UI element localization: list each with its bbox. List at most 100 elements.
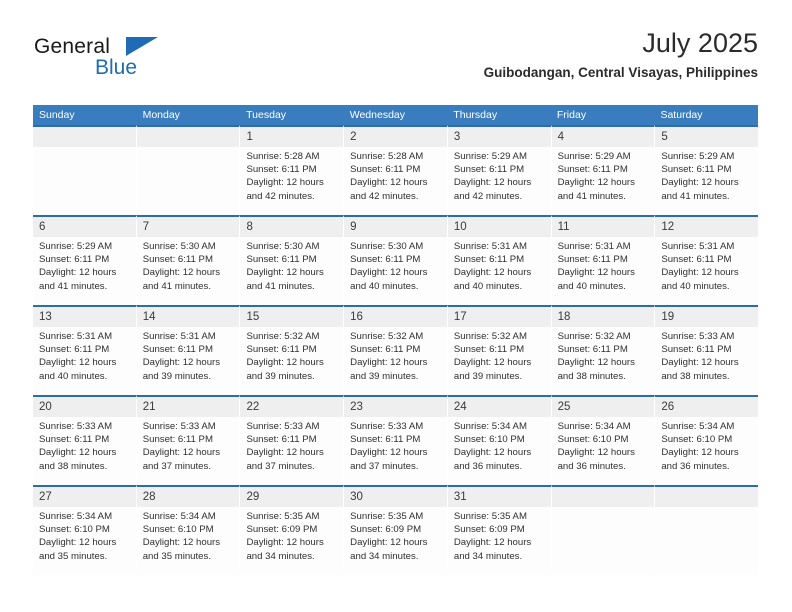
sunset-text: Sunset: 6:09 PM (246, 524, 318, 536)
sunset-text: Sunset: 6:10 PM (453, 434, 525, 446)
day-cell[interactable]: 20 Sunrise: 5:33 AM Sunset: 6:11 PM Dayligh… (33, 395, 137, 485)
day-cell[interactable]: 11 Sunrise: 5:31 AM Sunset: 6:11 PM Dayligh… (551, 215, 656, 305)
date-number: 30 (350, 491, 363, 503)
date-number: 28 (142, 491, 156, 503)
sunset-text: Sunset: 6:11 PM (350, 344, 421, 356)
date-band: 24 (447, 397, 551, 417)
day-cell[interactable]: 6 Sunrise: 5:29 AM Sunset: 6:11 PM Daylight… (33, 215, 137, 305)
day-info: Sunrise: 5:31 AM Sunset: 6:11 PM Daylight:… (137, 327, 240, 383)
day-info: Sunrise: 5:33 AM Sunset: 6:11 PM Daylight:… (33, 417, 136, 473)
day-cell[interactable]: 23 Sunrise: 5:33 AM Sunset: 6:11 PM Dayligh… (344, 395, 448, 485)
date-band: 14 (136, 307, 240, 327)
day-info: Sunrise: 5:34 AM Sunset: 6:10 PM Daylight:… (655, 417, 758, 473)
sunset-text: Sunset: 6:10 PM (142, 524, 214, 536)
page-header: General Blue July 2025 Guibodangan, Cent… (34, 28, 758, 98)
day-cell[interactable]: 25 Sunrise: 5:34 AM Sunset: 6:10 PM Dayligh… (551, 395, 656, 485)
sunset-text: Sunset: 6:11 PM (557, 164, 628, 176)
sunset-text: Sunset: 6:10 PM (661, 434, 733, 446)
sunrise-text: Sunrise: 5:33 AM (39, 421, 113, 432)
sunrise-text: Sunrise: 5:35 AM (453, 511, 527, 522)
day-cell[interactable]: 19 Sunrise: 5:33 AM Sunset: 6:11 PM Dayligh… (655, 305, 759, 395)
daylight-text: Daylight: 12 hours and 41 minutes. (39, 267, 117, 292)
calendar-week-row: 1 Sunrise: 5:28 AM Sunset: 6:11 PM Daylight… (33, 125, 759, 215)
date-number: 5 (661, 131, 668, 143)
general-blue-logo[interactable]: General Blue (34, 36, 234, 92)
date-number: 25 (557, 401, 571, 413)
sunrise-text: Sunrise: 5:32 AM (350, 331, 424, 342)
day-cell[interactable]: 5 Sunrise: 5:29 AM Sunset: 6:11 PM Daylight… (655, 125, 759, 215)
day-cell[interactable]: 15 Sunrise: 5:32 AM Sunset: 6:11 PM Dayligh… (240, 305, 345, 395)
calendar-week-row: 20 Sunrise: 5:33 AM Sunset: 6:11 PM Dayligh… (33, 395, 759, 485)
day-info: Sunrise: 5:33 AM Sunset: 6:11 PM Daylight:… (655, 327, 758, 383)
day-cell[interactable]: 7 Sunrise: 5:30 AM Sunset: 6:11 PM Daylight… (136, 215, 241, 305)
day-cell[interactable]: 21 Sunrise: 5:33 AM Sunset: 6:11 PM Dayligh… (136, 395, 241, 485)
day-cell[interactable]: 16 Sunrise: 5:32 AM Sunset: 6:11 PM Dayligh… (344, 305, 448, 395)
day-cell[interactable]: 13 Sunrise: 5:31 AM Sunset: 6:11 PM Dayligh… (33, 305, 137, 395)
date-number: 26 (661, 401, 675, 413)
daylight-text: Daylight: 12 hours and 40 minutes. (350, 267, 428, 292)
date-number: 14 (142, 311, 156, 323)
date-band: 31 (447, 487, 551, 507)
date-band (655, 487, 759, 507)
day-cell[interactable]: 9 Sunrise: 5:30 AM Sunset: 6:11 PM Daylight… (344, 215, 448, 305)
calendar-week-row: 27 Sunrise: 5:34 AM Sunset: 6:10 PM Dayligh… (33, 485, 759, 575)
title-block: July 2025 Guibodangan, Central Visayas, … (484, 28, 758, 81)
day-cell[interactable]: 26 Sunrise: 5:34 AM Sunset: 6:10 PM Dayligh… (655, 395, 759, 485)
date-number: 19 (661, 311, 675, 323)
day-info: Sunrise: 5:33 AM Sunset: 6:11 PM Daylight:… (344, 417, 447, 473)
day-cell[interactable]: 24 Sunrise: 5:34 AM Sunset: 6:10 PM Dayligh… (447, 395, 552, 485)
date-band: 10 (447, 217, 551, 237)
day-cell[interactable]: 28 Sunrise: 5:34 AM Sunset: 6:10 PM Dayligh… (136, 485, 241, 575)
sunrise-text: Sunrise: 5:32 AM (557, 331, 631, 342)
sunrise-text: Sunrise: 5:30 AM (350, 241, 424, 252)
day-cell[interactable]: 18 Sunrise: 5:32 AM Sunset: 6:11 PM Dayligh… (551, 305, 656, 395)
location-subtitle: Guibodangan, Central Visayas, Philippine… (483, 65, 758, 81)
weekday-header-sunday: Sunday (39, 109, 75, 121)
date-band: 25 (551, 397, 655, 417)
sunrise-text: Sunrise: 5:34 AM (142, 511, 216, 522)
day-info: Sunrise: 5:32 AM Sunset: 6:11 PM Daylight:… (448, 327, 551, 383)
day-cell[interactable]: 3 Sunrise: 5:29 AM Sunset: 6:11 PM Daylight… (447, 125, 552, 215)
sunset-text: Sunset: 6:11 PM (142, 434, 213, 446)
date-band: 2 (344, 127, 447, 147)
daylight-text: Daylight: 12 hours and 39 minutes. (453, 357, 532, 382)
day-cell[interactable]: 4 Sunrise: 5:29 AM Sunset: 6:11 PM Daylight… (551, 125, 656, 215)
day-cell[interactable]: 27 Sunrise: 5:34 AM Sunset: 6:10 PM Dayligh… (33, 485, 137, 575)
date-number: 18 (557, 311, 571, 323)
day-cell[interactable]: 29 Sunrise: 5:35 AM Sunset: 6:09 PM Dayligh… (240, 485, 345, 575)
date-number: 12 (661, 221, 675, 233)
day-cell[interactable]: 12 Sunrise: 5:31 AM Sunset: 6:11 PM Dayligh… (655, 215, 759, 305)
date-number: 4 (557, 131, 564, 143)
day-cell[interactable]: 14 Sunrise: 5:31 AM Sunset: 6:11 PM Dayligh… (136, 305, 241, 395)
day-cell[interactable]: 1 Sunrise: 5:28 AM Sunset: 6:11 PM Daylight… (240, 125, 345, 215)
date-number: 31 (453, 491, 467, 503)
sunrise-text: Sunrise: 5:33 AM (246, 421, 320, 432)
date-number: 29 (246, 491, 260, 503)
day-info: Sunrise: 5:31 AM Sunset: 6:11 PM Daylight:… (33, 327, 136, 383)
day-cell[interactable]: 8 Sunrise: 5:30 AM Sunset: 6:11 PM Daylight… (240, 215, 345, 305)
sunset-text: Sunset: 6:11 PM (39, 344, 110, 356)
day-cell-empty (136, 125, 241, 215)
daylight-text: Daylight: 12 hours and 35 minutes. (142, 537, 221, 562)
sunset-text: Sunset: 6:10 PM (39, 524, 110, 536)
day-cell[interactable]: 10 Sunrise: 5:31 AM Sunset: 6:11 PM Dayligh… (447, 215, 552, 305)
date-band: 22 (240, 397, 344, 417)
day-cell[interactable]: 2 Sunrise: 5:28 AM Sunset: 6:11 PM Daylight… (344, 125, 448, 215)
day-cell[interactable]: 22 Sunrise: 5:33 AM Sunset: 6:11 PM Dayligh… (240, 395, 345, 485)
daylight-text: Daylight: 12 hours and 40 minutes. (557, 267, 635, 292)
sunset-text: Sunset: 6:11 PM (557, 344, 628, 356)
daylight-text: Daylight: 12 hours and 42 minutes. (350, 177, 428, 202)
daylight-text: Daylight: 12 hours and 40 minutes. (453, 267, 532, 292)
day-cell[interactable]: 30 Sunrise: 5:35 AM Sunset: 6:09 PM Dayligh… (344, 485, 448, 575)
date-band: 12 (655, 217, 759, 237)
date-number: 27 (39, 491, 52, 503)
daylight-text: Daylight: 12 hours and 39 minutes. (350, 357, 428, 382)
day-cell[interactable]: 17 Sunrise: 5:32 AM Sunset: 6:11 PM Dayligh… (447, 305, 552, 395)
sunrise-text: Sunrise: 5:31 AM (557, 241, 631, 252)
daylight-text: Daylight: 12 hours and 41 minutes. (557, 177, 635, 202)
daylight-text: Daylight: 12 hours and 38 minutes. (39, 447, 117, 472)
day-cell[interactable]: 31 Sunrise: 5:35 AM Sunset: 6:09 PM Dayligh… (447, 485, 552, 575)
sunrise-text: Sunrise: 5:29 AM (557, 151, 631, 162)
date-band: 7 (136, 217, 240, 237)
sunrise-text: Sunrise: 5:33 AM (142, 421, 216, 432)
